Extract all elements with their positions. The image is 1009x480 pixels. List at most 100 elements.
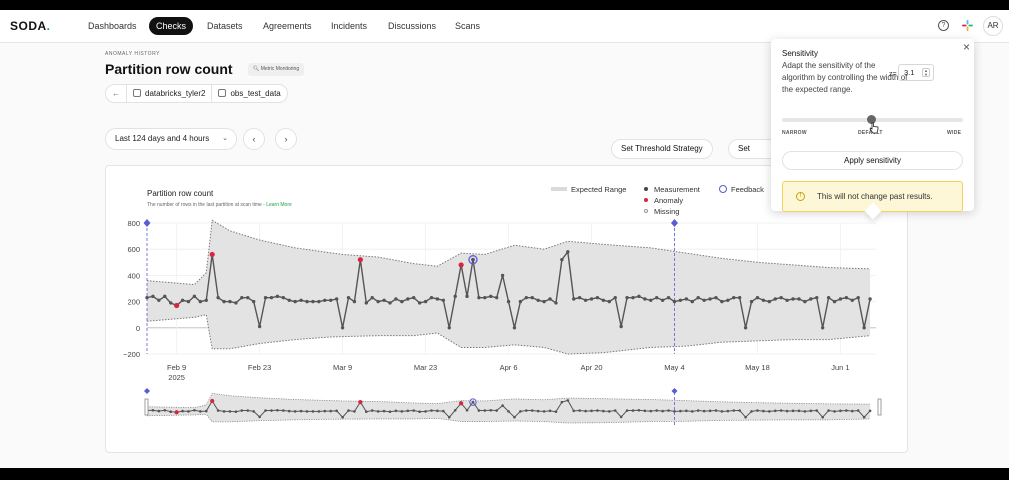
measurement-point xyxy=(619,324,623,329)
navigator-point xyxy=(364,410,368,413)
measurement-point xyxy=(572,297,576,301)
measurement-point xyxy=(453,294,457,299)
measurement-point xyxy=(246,295,250,300)
navigator-point xyxy=(625,409,629,412)
x-tick-label: May 4 xyxy=(664,363,684,372)
measurement-point xyxy=(773,297,777,301)
measurement-point xyxy=(447,326,451,330)
measurement-point xyxy=(423,299,428,304)
navigator-point xyxy=(447,415,451,419)
navigator-point xyxy=(293,410,297,413)
close-icon[interactable]: × xyxy=(963,40,970,54)
measurement-point xyxy=(269,295,274,300)
navigator-point xyxy=(246,409,250,412)
navigator-point xyxy=(222,410,226,413)
navigator-point xyxy=(495,409,498,412)
measurement-point xyxy=(299,298,303,302)
navigator-event-diamond xyxy=(671,388,678,394)
navigator-point xyxy=(667,409,670,412)
measurement-point xyxy=(216,295,220,300)
navigator-point xyxy=(584,409,587,413)
navigator-point xyxy=(560,400,564,404)
measurement-point xyxy=(749,299,754,304)
navigator-point xyxy=(519,410,522,413)
navigator-point xyxy=(596,409,599,412)
navigator-point xyxy=(530,409,534,412)
navigator-point xyxy=(602,409,605,413)
start-marker-diamond xyxy=(143,219,151,227)
measurement-point xyxy=(334,297,339,301)
measurement-point xyxy=(394,297,398,301)
navigator-point xyxy=(762,409,765,413)
z-label: z= xyxy=(889,71,897,78)
navigator-anomaly xyxy=(174,410,179,415)
measurement-point xyxy=(601,298,606,302)
measurement-point xyxy=(240,295,244,300)
z-value-input[interactable]: 3.1 ▲ ▼ xyxy=(898,64,934,81)
measurement-point xyxy=(400,299,404,304)
navigator-point xyxy=(282,409,285,412)
measurement-point xyxy=(649,298,653,302)
navigator-left-handle[interactable] xyxy=(144,398,149,416)
navigator-point xyxy=(637,408,641,412)
measurement-point xyxy=(465,294,469,299)
measurement-point xyxy=(542,299,546,304)
anomaly-point xyxy=(458,262,464,268)
measurement-point xyxy=(637,294,641,299)
slider-label-narrow: NARROW xyxy=(782,130,807,136)
navigator-point xyxy=(809,409,813,413)
navigator-anomaly xyxy=(459,401,464,406)
measurement-point xyxy=(820,326,825,330)
hand-cursor-icon xyxy=(869,122,879,134)
navigator-point xyxy=(548,409,552,413)
measurement-point xyxy=(844,295,849,300)
navigator-point xyxy=(163,408,167,412)
navigator-point xyxy=(679,409,682,413)
stepper-icon[interactable]: ▲ ▼ xyxy=(922,68,930,77)
measurement-point xyxy=(631,295,635,300)
measurement-point xyxy=(785,298,789,302)
navigator-point xyxy=(803,410,807,413)
y-tick-label: 800 xyxy=(127,219,140,228)
navigator-right-handle[interactable] xyxy=(877,398,882,416)
measurement-point xyxy=(257,324,262,329)
navigator-point xyxy=(827,409,830,412)
navigator-point xyxy=(329,409,333,413)
measurement-point xyxy=(311,299,315,304)
navigator-point xyxy=(578,409,581,412)
measurement-point xyxy=(364,301,368,305)
measurement-point xyxy=(560,257,564,262)
navigator-point xyxy=(607,410,611,413)
navigator-point xyxy=(525,409,528,412)
navigator-point xyxy=(181,409,184,413)
y-tick-label: 0 xyxy=(136,324,140,333)
x-tick-label: Feb 23 xyxy=(248,363,271,372)
navigator-point xyxy=(572,409,576,413)
measurement-point xyxy=(317,299,321,304)
navigator-point xyxy=(258,415,261,419)
measurement-point xyxy=(607,299,611,304)
navigator-point xyxy=(376,410,380,413)
measurement-point xyxy=(429,295,434,300)
measurement-point xyxy=(791,297,795,301)
navigator-point xyxy=(773,409,777,413)
x-tick-year-label: 2025 xyxy=(168,373,185,382)
measurement-point xyxy=(376,299,380,304)
navigator-point xyxy=(619,415,623,419)
measurement-point xyxy=(613,295,617,300)
anomaly-point xyxy=(174,302,180,309)
measurement-point xyxy=(524,295,529,300)
navigator-point xyxy=(649,409,653,413)
navigator-point xyxy=(264,409,267,412)
navigator-point xyxy=(785,409,789,413)
measurement-point xyxy=(169,301,173,305)
y-tick-label: 600 xyxy=(127,245,140,254)
app-window: SODA. Dashboards Checks Datasets Agreeme… xyxy=(0,10,1009,468)
navigator-point xyxy=(370,409,374,412)
warning-banner: ! This will not change past results. xyxy=(782,181,963,212)
navigator-point xyxy=(305,410,309,413)
measurement-point xyxy=(293,299,297,304)
navigator-point xyxy=(406,409,410,413)
measurement-point xyxy=(406,297,410,301)
apply-sensitivity-button[interactable]: Apply sensitivity xyxy=(782,151,963,170)
